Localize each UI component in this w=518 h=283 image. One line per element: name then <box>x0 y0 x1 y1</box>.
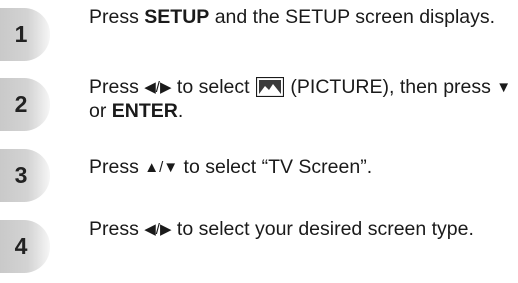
step-instruction-text: Press SETUP and the SETUP screen display… <box>89 6 514 28</box>
up-down-arrows-icon: ▲/▼ <box>144 159 179 176</box>
text-segment: to select your desired screen type. <box>171 218 474 240</box>
step-number-badge: 2 <box>0 78 50 131</box>
step-number: 3 <box>14 162 28 188</box>
text-segment: Press <box>89 76 145 98</box>
setup-instructions: 1 Press SETUP and the SETUP screen displ… <box>0 0 518 283</box>
step-number: 1 <box>14 21 28 47</box>
text-segment: Press <box>89 156 145 178</box>
left-right-arrows-icon: ◀/▶ <box>144 79 172 96</box>
text-segment: to select <box>171 76 255 98</box>
step-number-badge: 3 <box>0 149 50 202</box>
picture-menu-icon <box>255 77 284 97</box>
left-right-arrows-icon: ◀/▶ <box>144 221 172 238</box>
text-segment: . <box>177 100 184 122</box>
step-instruction-text: Press ◀/▶ to select (PICTURE), then pres… <box>89 76 514 122</box>
text-segment: Press <box>89 218 145 240</box>
text-segment: (PICTURE), then press <box>290 76 497 98</box>
step-number: 2 <box>14 91 28 117</box>
text-segment: Press <box>89 6 145 28</box>
text-segment: or <box>89 100 112 122</box>
text-segment: to select “TV Screen”. <box>178 156 373 178</box>
step-number-badge: 4 <box>0 220 50 273</box>
step-instruction-text: Press ◀/▶ to select your desired screen … <box>89 218 514 242</box>
step-number-badge: 1 <box>0 8 50 61</box>
setup-key-label: SETUP <box>144 6 210 28</box>
down-arrow-icon: ▼ <box>496 79 512 96</box>
step-number: 4 <box>14 233 28 259</box>
step-instruction-text: Press ▲/▼ to select “TV Screen”. <box>89 156 514 180</box>
text-segment: and the SETUP screen displays. <box>209 6 496 28</box>
enter-key-label: ENTER <box>111 100 178 122</box>
